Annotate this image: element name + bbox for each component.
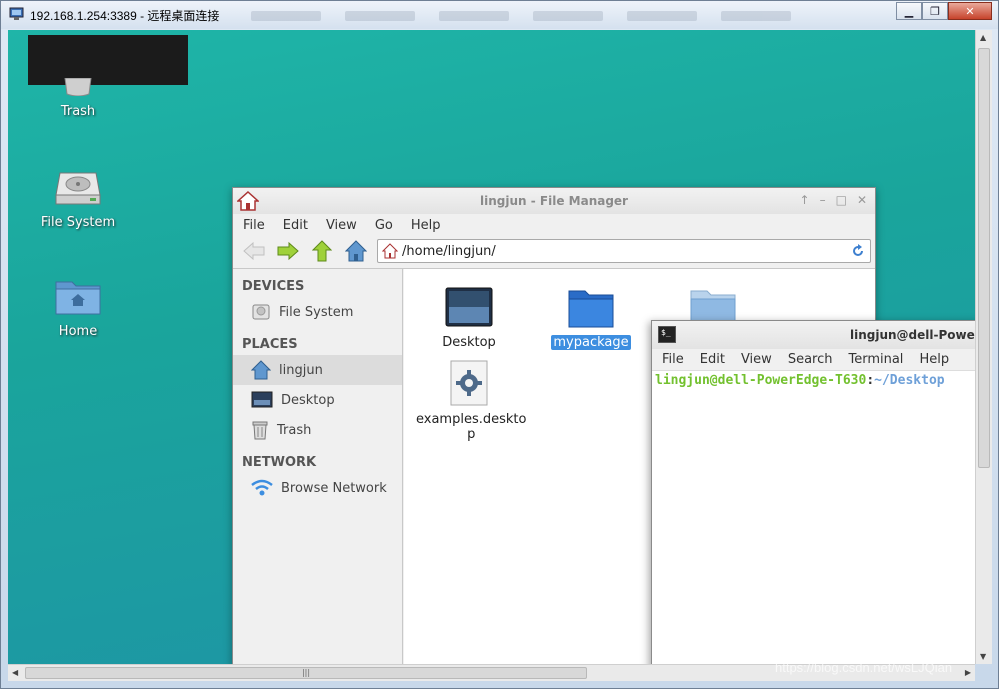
desktop-icon-trash[interactable]: Trash — [28, 77, 128, 119]
vertical-scroll-thumb[interactable] — [978, 48, 990, 468]
rdp-title: 192.168.1.254:3389 - 远程桌面连接 — [30, 9, 220, 23]
sidebar-item-browse-network[interactable]: Browse Network — [233, 473, 402, 503]
fm-toolbar: /home/lingjun/ — [233, 236, 875, 266]
terminal-menubar: File Edit View Search Terminal Help — [652, 349, 975, 371]
home-folder-icon — [55, 281, 101, 315]
home-icon — [382, 243, 398, 259]
back-arrow-icon — [243, 241, 265, 261]
home-icon — [251, 360, 271, 380]
sidebar-item-lingjun[interactable]: lingjun — [233, 355, 402, 385]
terminal-titlebar[interactable]: $_ lingjun@dell-PowerEdge-T630: ~/Deskto… — [652, 321, 975, 349]
trash-icon — [252, 421, 268, 440]
term-menu-file[interactable]: File — [662, 352, 684, 367]
rdp-titlebar[interactable]: 192.168.1.254:3389 - 远程桌面连接 ▁ ❐ ✕ — [1, 1, 998, 29]
menu-view[interactable]: View — [326, 218, 357, 233]
term-menu-terminal[interactable]: Terminal — [848, 352, 903, 367]
hard-drive-icon — [252, 304, 270, 320]
terminal-window: $_ lingjun@dell-PowerEdge-T630: ~/Deskto… — [651, 320, 975, 664]
sidebar-item-desktop[interactable]: Desktop — [233, 385, 402, 415]
desktop-folder-icon — [445, 287, 493, 327]
scroll-down-icon[interactable]: ▼ — [980, 652, 986, 661]
horizontal-scroll-thumb[interactable]: ||| — [25, 667, 587, 679]
forward-arrow-icon — [277, 241, 299, 261]
sidebar-item-file-system[interactable]: File System — [233, 297, 402, 327]
desktop-icon — [251, 391, 273, 408]
background-tabs-ghost — [251, 11, 791, 25]
hard-drive-icon — [55, 172, 101, 205]
shade-button[interactable]: ↑ — [800, 193, 810, 207]
up-button[interactable] — [309, 238, 335, 264]
remote-desktop[interactable]: Trash File System Home lingjun - File Ma… — [8, 30, 975, 664]
term-menu-view[interactable]: View — [741, 352, 772, 367]
term-menu-search[interactable]: Search — [788, 352, 833, 367]
terminal-icon: $_ — [658, 326, 676, 343]
home-icon — [345, 240, 367, 262]
wifi-icon — [251, 479, 273, 496]
fm-maximize-button[interactable]: □ — [836, 193, 847, 207]
remote-desktop-icon — [9, 7, 24, 20]
minimize-button[interactable]: ▁ — [896, 2, 922, 20]
menu-edit[interactable]: Edit — [283, 218, 308, 233]
desktop-icon-home[interactable]: Home — [28, 276, 128, 339]
trash-icon — [64, 77, 92, 97]
terminal-title: lingjun@dell-PowerEdge-T630: ~/Desktop — [850, 328, 975, 342]
close-button[interactable]: ✕ — [948, 2, 992, 20]
fm-close-button[interactable]: ✕ — [857, 193, 867, 207]
watermark: https://blog.csdn.net/wsLJQian — [775, 660, 953, 675]
places-heading: PLACES — [242, 337, 298, 352]
vertical-scrollbar[interactable]: ▲ ▼ — [975, 30, 992, 664]
term-menu-help[interactable]: Help — [919, 352, 949, 367]
up-arrow-icon — [312, 240, 332, 262]
network-heading: NETWORK — [242, 455, 317, 470]
file-item-examples-desktop[interactable]: examples.deskto p — [414, 360, 526, 442]
location-bar[interactable]: /home/lingjun/ — [377, 239, 871, 263]
sidebar-item-trash[interactable]: Trash — [233, 415, 402, 445]
folder-icon — [568, 290, 614, 328]
menu-file[interactable]: File — [243, 218, 265, 233]
file-item-mypackage[interactable]: mypackage — [536, 287, 646, 350]
restore-button[interactable]: ❐ — [922, 2, 948, 20]
menu-help[interactable]: Help — [411, 218, 441, 233]
terminal-prompt[interactable]: lingjun@dell-PowerEdge-T630:~/Desktop — [652, 371, 975, 390]
fm-minimize-button[interactable]: – — [820, 193, 826, 207]
home-button[interactable] — [343, 238, 369, 264]
file-item-desktop[interactable]: Desktop — [414, 287, 524, 350]
scroll-left-icon[interactable]: ◀ — [12, 668, 18, 677]
term-menu-edit[interactable]: Edit — [700, 352, 725, 367]
file-manager-title: lingjun - File Manager — [480, 194, 628, 208]
desktop-icon-file-system[interactable]: File System — [28, 167, 128, 230]
devices-heading: DEVICES — [242, 279, 305, 294]
back-button[interactable] — [241, 238, 267, 264]
reload-icon[interactable] — [850, 243, 866, 259]
location-path: /home/lingjun/ — [402, 243, 496, 259]
menu-go[interactable]: Go — [375, 218, 393, 233]
scroll-right-icon[interactable]: ▶ — [965, 668, 971, 677]
fm-sidebar: DEVICES File System PLACES lingjun Deskt… — [233, 269, 403, 664]
forward-button[interactable] — [275, 238, 301, 264]
gear-file-icon — [450, 360, 488, 406]
scroll-up-icon[interactable]: ▲ — [980, 33, 986, 42]
file-manager-titlebar[interactable]: lingjun - File Manager ↑ – □ ✕ — [233, 188, 875, 214]
fm-menubar: File Edit View Go Help — [233, 214, 875, 236]
